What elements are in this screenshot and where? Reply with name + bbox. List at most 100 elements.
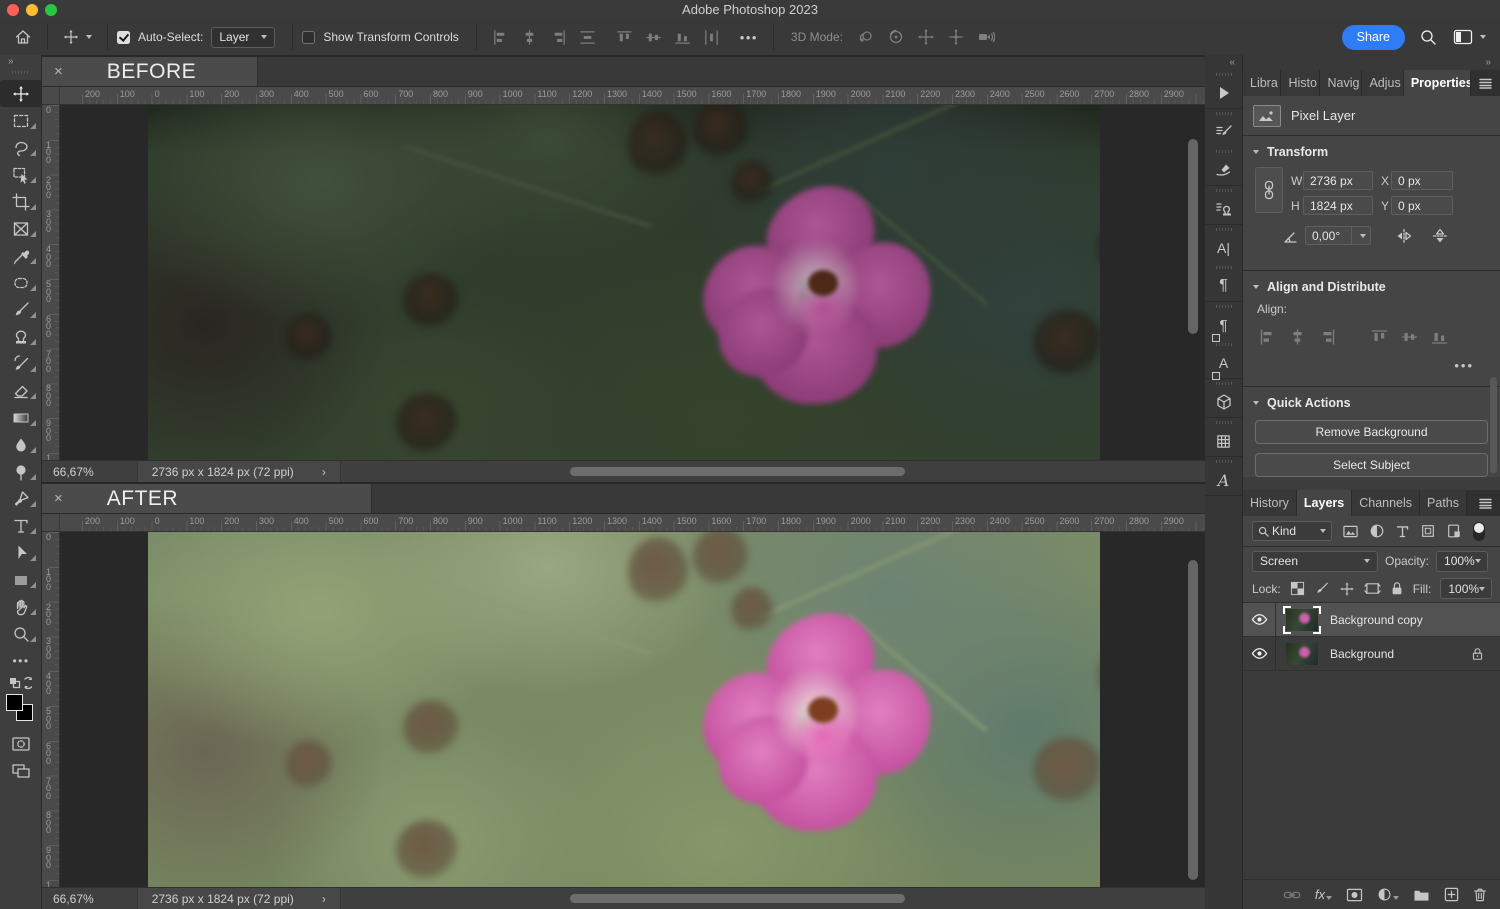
foreground-color-swatch[interactable] — [6, 694, 23, 711]
blur-tool[interactable] — [0, 431, 42, 458]
history-brush-tool[interactable] — [0, 350, 42, 377]
tab-before[interactable]: × BEFORE — [42, 57, 258, 86]
after-canvas-image[interactable] — [148, 532, 1100, 887]
3d-roll-icon[interactable] — [887, 28, 905, 46]
shape-tool[interactable] — [0, 566, 42, 593]
toolbar-ellipsis-icon[interactable]: ••• — [0, 647, 42, 674]
lock-artboard-icon[interactable] — [1364, 581, 1381, 596]
patterns-panel-button[interactable] — [1205, 418, 1242, 456]
path-selection-tool[interactable] — [0, 539, 42, 566]
clone-source-panel-button[interactable] — [1205, 186, 1242, 224]
layer-name[interactable]: Background copy — [1330, 613, 1423, 627]
align-left-icon[interactable] — [492, 29, 509, 46]
lock-image-pixels-icon[interactable] — [1314, 581, 1330, 597]
blend-mode-dropdown[interactable]: Screen — [1252, 551, 1378, 572]
lock-transparent-pixels-icon[interactable] — [1290, 581, 1305, 596]
after-zoom-level[interactable]: 66,67% — [42, 892, 105, 906]
tab-paths[interactable]: Paths — [1420, 490, 1467, 516]
delete-layer-icon[interactable] — [1473, 887, 1487, 902]
marquee-tool[interactable] — [0, 107, 42, 134]
width-field[interactable]: 2736 px — [1303, 171, 1373, 190]
actions-panel-button[interactable] — [1205, 70, 1242, 108]
filter-type-layers-icon[interactable] — [1395, 524, 1410, 539]
distribute-horizontal-icon[interactable] — [703, 29, 720, 46]
before-zoom-level[interactable]: 66,67% — [42, 465, 105, 479]
zoom-tool[interactable] — [0, 620, 42, 647]
paragraph-panel-button[interactable]: ¶ — [1205, 263, 1242, 301]
layer-thumbnail-selected[interactable] — [1283, 606, 1321, 634]
align-bottom-icon[interactable] — [674, 29, 691, 46]
after-vscroll-thumb[interactable] — [1188, 560, 1198, 880]
layers-menu-icon[interactable] — [1471, 490, 1500, 516]
lasso-tool[interactable] — [0, 134, 42, 161]
tab-histogram[interactable]: Histo — [1281, 70, 1320, 96]
visibility-toggle[interactable] — [1243, 637, 1276, 670]
paragraph-styles-panel-button[interactable]: ¶ — [1205, 302, 1242, 340]
pen-tool[interactable] — [0, 485, 42, 512]
align-more-icon[interactable]: ••• — [1243, 346, 1500, 377]
quick-mask-icon[interactable] — [0, 730, 42, 757]
panel-collapse-icon[interactable]: » — [1243, 55, 1500, 70]
3d-panel-button[interactable] — [1205, 379, 1242, 417]
align-top-icon[interactable] — [616, 29, 633, 46]
properties-scrollbar-thumb[interactable] — [1490, 377, 1497, 473]
frame-tool[interactable] — [0, 215, 42, 242]
object-selection-tool[interactable] — [0, 161, 42, 188]
align-center-horizontal-icon[interactable] — [1287, 328, 1307, 346]
add-layer-mask-icon[interactable] — [1346, 888, 1363, 902]
more-options-icon[interactable]: ••• — [740, 30, 758, 45]
layer-row-background-copy[interactable]: Background copy — [1243, 603, 1500, 637]
3d-orbit-icon[interactable] — [857, 28, 875, 46]
before-doc-info[interactable]: 2736 px x 1824 px (72 ppi) › — [137, 461, 341, 482]
toolbar-collapse-icon[interactable]: » — [0, 55, 41, 69]
tab-navigator[interactable]: Navig — [1320, 70, 1362, 96]
close-tab-icon[interactable]: × — [54, 63, 63, 80]
align-center-horizontal-icon[interactable] — [521, 29, 538, 46]
new-layer-icon[interactable] — [1444, 887, 1459, 902]
healing-brush-tool[interactable] — [0, 269, 42, 296]
tab-history[interactable]: History — [1243, 490, 1297, 516]
link-dimensions-button[interactable] — [1255, 167, 1283, 213]
fill-dropdown[interactable]: 100% — [1440, 578, 1492, 599]
before-vscroll-thumb[interactable] — [1188, 139, 1198, 334]
tab-after[interactable]: × AFTER — [42, 484, 372, 513]
layer-row-background[interactable]: Background — [1243, 637, 1500, 671]
tab-adjustments[interactable]: Adjus — [1362, 70, 1403, 96]
character-styles-panel-button[interactable]: A — [1205, 340, 1242, 378]
foreground-background-swatches[interactable] — [0, 692, 42, 726]
eraser-tool[interactable] — [0, 377, 42, 404]
panel-menu-icon[interactable] — [1471, 70, 1500, 96]
dock-expand-icon[interactable]: « — [1205, 55, 1242, 70]
align-top-icon[interactable] — [1369, 328, 1389, 346]
before-horizontal-scrollbar[interactable] — [570, 467, 905, 476]
screen-mode-icon[interactable] — [0, 757, 42, 784]
character-panel-button[interactable]: A| — [1205, 225, 1242, 263]
align-right-icon[interactable] — [550, 29, 567, 46]
status-chevron-icon[interactable]: › — [322, 892, 326, 906]
align-left-icon[interactable] — [1257, 328, 1277, 346]
tab-libraries[interactable]: Libra — [1243, 70, 1281, 96]
distribute-vertical-icon[interactable] — [579, 29, 596, 46]
rotation-field[interactable]: 0,00° — [1305, 226, 1371, 245]
type-tool[interactable] — [0, 512, 42, 539]
3d-pan-icon[interactable] — [917, 28, 935, 46]
remove-background-button[interactable]: Remove Background — [1255, 420, 1488, 444]
brush-settings-panel-button[interactable] — [1205, 109, 1242, 147]
share-button[interactable]: Share — [1342, 25, 1405, 50]
opacity-dropdown[interactable]: 100% — [1436, 551, 1488, 572]
height-field[interactable]: 1824 px — [1303, 196, 1373, 215]
layer-name[interactable]: Background — [1330, 647, 1394, 661]
lock-all-icon[interactable] — [1390, 581, 1404, 596]
auto-select-checkbox[interactable] — [117, 31, 130, 44]
eyedropper-tool[interactable] — [0, 242, 42, 269]
flip-horizontal-icon[interactable] — [1395, 227, 1413, 245]
close-tab-icon[interactable]: × — [54, 490, 63, 507]
move-tool[interactable] — [0, 80, 42, 107]
before-vertical-scrollbar[interactable] — [1188, 107, 1198, 458]
swap-colors-icon[interactable] — [0, 674, 42, 692]
filter-smart-objects-icon[interactable] — [1446, 523, 1462, 539]
x-field[interactable]: 0 px — [1391, 171, 1453, 190]
toolbar-grip[interactable] — [12, 71, 29, 74]
workspace-switcher-icon[interactable] — [1453, 29, 1486, 45]
after-doc-info[interactable]: 2736 px x 1824 px (72 ppi) › — [137, 888, 341, 909]
